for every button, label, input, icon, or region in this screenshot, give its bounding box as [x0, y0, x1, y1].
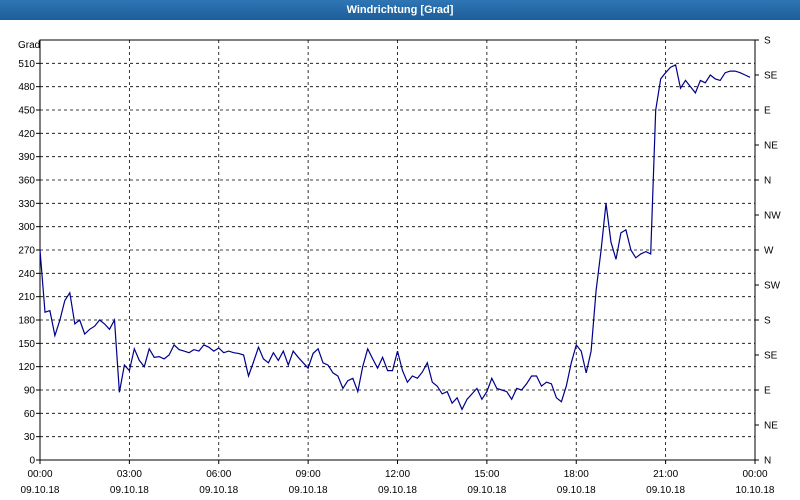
y-tick-label: 390 [18, 152, 35, 163]
y-ticks-left: 0 30 60 90 120 150 180 210 240 270 300 330 360 390 420… [18, 59, 40, 467]
right-tick-label: W [764, 246, 774, 257]
right-tick-label: SE [764, 351, 778, 362]
x-tick-time-label: 03:00 [117, 469, 142, 480]
right-tick-label: SW [764, 281, 781, 292]
right-tick-label: N [764, 456, 771, 467]
y-tick-label: 180 [18, 316, 35, 327]
x-tick-time-label: 06:00 [206, 469, 231, 480]
right-tick-label: NE [764, 421, 778, 432]
y-tick-label: 300 [18, 222, 35, 233]
y-tick-label: 270 [18, 246, 35, 257]
x-tick-date-label: 10.10.18 [736, 485, 775, 496]
y-ticks-right: N NE E SE S SW W NW N NE E SE S [755, 36, 781, 467]
y-tick-label: 240 [18, 269, 35, 280]
y-tick-label: 150 [18, 339, 35, 350]
y-tick-label: 60 [24, 409, 36, 420]
x-tick-date-label: 09.10.18 [289, 485, 328, 496]
right-tick-label: E [764, 386, 771, 397]
y-tick-label: 210 [18, 292, 35, 303]
y-tick-label: 510 [18, 59, 35, 70]
x-tick-time-label: 12:00 [385, 469, 410, 480]
y-tick-label: 120 [18, 362, 35, 373]
x-ticks: 00:00 09.10.18 03:00 09.10.18 06:00 09.10.18 0… [21, 460, 775, 496]
right-tick-label: S [764, 36, 771, 47]
x-tick-time-label: 21:00 [653, 469, 678, 480]
y-tick-label: 420 [18, 129, 35, 140]
x-tick-date-label: 09.10.18 [378, 485, 417, 496]
right-tick-label: E [764, 106, 771, 117]
y-tick-label: 450 [18, 106, 35, 117]
x-tick-date-label: 09.10.18 [646, 485, 685, 496]
right-tick-label: S [764, 316, 771, 327]
y-tick-label: 360 [18, 176, 35, 187]
x-tick-time-label: 09:00 [296, 469, 321, 480]
y-tick-label: 90 [24, 386, 36, 397]
right-tick-label: SE [764, 71, 778, 82]
x-tick-date-label: 09.10.18 [199, 485, 238, 496]
y-tick-label: 30 [24, 432, 36, 443]
x-tick-date-label: 09.10.18 [110, 485, 149, 496]
y-tick-label: 480 [18, 82, 35, 93]
right-tick-label: NE [764, 141, 778, 152]
x-tick-time-label: 00:00 [27, 469, 52, 480]
x-tick-date-label: 09.10.18 [467, 485, 506, 496]
wind-direction-chart: Grad 0 30 60 90 120 150 180 210 240 270 300 330 360 3… [18, 36, 781, 497]
x-tick-time-label: 15:00 [474, 469, 499, 480]
x-tick-time-label: 18:00 [564, 469, 589, 480]
y-axis-title: Grad [18, 40, 40, 51]
x-tick-date-label: 09.10.18 [557, 485, 596, 496]
x-tick-date-label: 09.10.18 [21, 485, 60, 496]
right-tick-label: NW [764, 211, 781, 222]
y-tick-label: 330 [18, 199, 35, 210]
right-tick-label: N [764, 176, 771, 187]
series-line-wind-direction [39, 64, 751, 411]
x-tick-time-label: 00:00 [742, 469, 767, 480]
grid-lines [40, 40, 755, 460]
y-tick-label: 0 [29, 456, 35, 467]
